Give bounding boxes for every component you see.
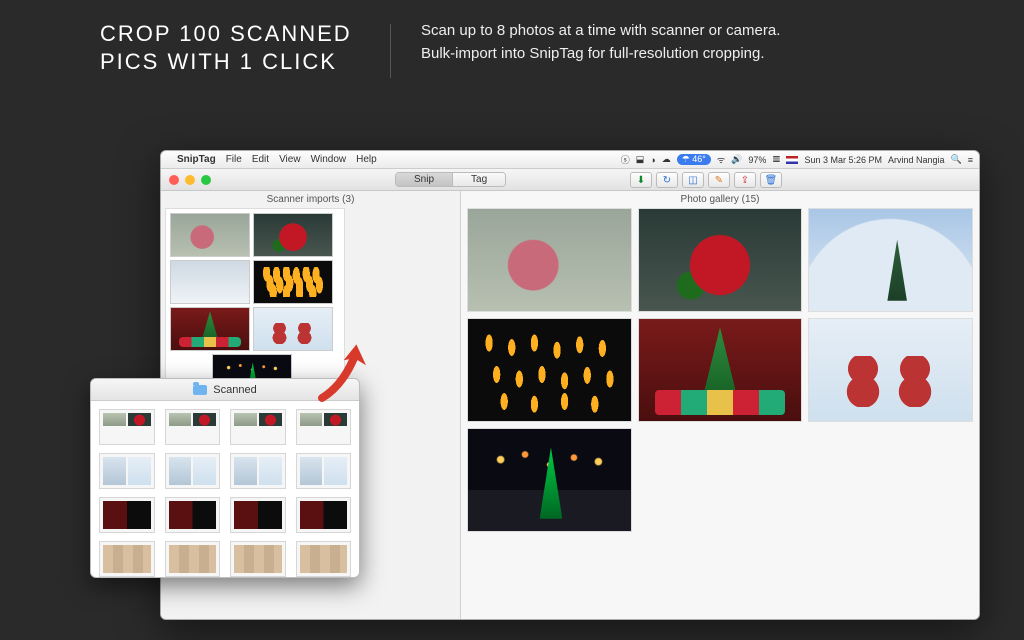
menu-view[interactable]: View [279, 154, 301, 165]
menu-file[interactable]: File [226, 154, 242, 165]
import-thumb[interactable] [253, 307, 333, 351]
finder-file[interactable] [99, 497, 155, 533]
menubar-menus: File Edit View Window Help [226, 154, 377, 165]
menubar-right: ⓢ ⬓ ◑ ☁ ☂ 46° ᯤ 🔊 97% 𝌆 Sun 3 Mar 5:26 P… [621, 153, 973, 166]
export-button[interactable]: ⇪ [734, 172, 756, 188]
mac-menubar: SnipTag File Edit View Window Help ⓢ ⬓ ◑… [161, 151, 979, 169]
menubar-app-name[interactable]: SnipTag [177, 154, 216, 165]
finder-file[interactable] [99, 541, 155, 577]
finder-file[interactable] [99, 453, 155, 489]
finder-file[interactable] [296, 497, 352, 533]
finder-file[interactable] [165, 541, 221, 577]
notifications-icon[interactable]: ≡ [968, 155, 973, 165]
import-thumb[interactable] [253, 213, 333, 257]
folder-icon [193, 385, 207, 395]
wifi-icon[interactable]: ᯤ [717, 153, 725, 166]
window-chrome: Snip Tag ⬇ ↻ ◫ ✎ ⇪ 🗑 [161, 169, 979, 191]
finder-file[interactable] [230, 497, 286, 533]
menu-window[interactable]: Window [311, 154, 347, 165]
close-button[interactable] [169, 175, 179, 185]
tab-snip[interactable]: Snip [396, 173, 452, 186]
photo-gallery-pane: Photo gallery (15) [461, 191, 979, 619]
gallery-thumb[interactable] [638, 318, 803, 422]
zoom-button[interactable] [201, 175, 211, 185]
finder-file[interactable] [165, 497, 221, 533]
import-thumb[interactable] [253, 260, 333, 304]
crop-button[interactable]: ◫ [682, 172, 704, 188]
finder-file[interactable] [165, 409, 221, 445]
headline: CROP 100 SCANNED PICS WITH 1 CLICK [100, 20, 360, 75]
cloud-icon[interactable]: ☁ [662, 154, 671, 165]
gallery-grid [467, 208, 973, 532]
volume-icon[interactable]: 🔊 [731, 154, 742, 165]
subtext-line1: Scan up to 8 photos at a time with scann… [421, 20, 780, 43]
finder-body [91, 401, 359, 578]
finder-file[interactable] [165, 453, 221, 489]
gallery-thumb[interactable] [467, 428, 632, 532]
battery-text[interactable]: 97% [748, 155, 766, 165]
menu-edit[interactable]: Edit [252, 154, 269, 165]
skype-icon[interactable]: ⓢ [621, 153, 630, 166]
gallery-thumb[interactable] [638, 208, 803, 312]
menu-help[interactable]: Help [356, 154, 377, 165]
flag-icon[interactable] [786, 156, 798, 164]
finder-file[interactable] [296, 541, 352, 577]
finder-file[interactable] [230, 453, 286, 489]
scanner-imports-group[interactable] [165, 208, 345, 403]
gallery-thumb[interactable] [808, 318, 973, 422]
finder-window: Scanned [90, 378, 360, 578]
edit-button[interactable]: ✎ [708, 172, 730, 188]
delete-button[interactable]: 🗑 [760, 172, 782, 188]
clock-text[interactable]: Sun 3 Mar 5:26 PM [804, 155, 882, 165]
scanner-imports-label: Scanner imports (3) [161, 191, 460, 208]
import-thumb[interactable] [170, 260, 250, 304]
minimize-button[interactable] [185, 175, 195, 185]
subtext-line2: Bulk-import into SnipTag for full-resolu… [421, 43, 780, 66]
finder-title-text: Scanned [213, 384, 256, 396]
mode-segmented-control: Snip Tag [395, 172, 506, 187]
photo-gallery-label: Photo gallery (15) [467, 191, 973, 208]
finder-file[interactable] [296, 409, 352, 445]
finder-file[interactable] [230, 541, 286, 577]
gallery-thumb[interactable] [467, 318, 632, 422]
subtext: Scan up to 8 photos at a time with scann… [421, 20, 780, 65]
import-button[interactable]: ⬇ [630, 172, 652, 188]
toolbar: ⬇ ↻ ◫ ✎ ⇪ 🗑 [630, 172, 782, 188]
finder-file[interactable] [99, 409, 155, 445]
sync-icon[interactable]: ◑ [650, 155, 655, 165]
marketing-header: CROP 100 SCANNED PICS WITH 1 CLICK Scan … [0, 0, 1024, 88]
gallery-thumb[interactable] [467, 208, 632, 312]
traffic-lights [161, 175, 211, 185]
finder-file[interactable] [296, 453, 352, 489]
user-name[interactable]: Arvind Nangia [888, 155, 945, 165]
finder-titlebar[interactable]: Scanned [91, 379, 359, 401]
dropbox-icon[interactable]: ⬓ [636, 154, 645, 165]
tab-tag[interactable]: Tag [452, 173, 505, 186]
spotlight-icon[interactable]: 🔍 [951, 154, 962, 165]
import-thumb[interactable] [170, 213, 250, 257]
rotate-button[interactable]: ↻ [656, 172, 678, 188]
import-thumb[interactable] [170, 307, 250, 351]
gallery-thumb[interactable] [808, 208, 973, 312]
finder-file[interactable] [230, 409, 286, 445]
header-divider [390, 24, 391, 78]
weather-pill[interactable]: ☂ 46° [677, 154, 711, 165]
battery-icon[interactable]: 𝌆 [772, 154, 780, 165]
